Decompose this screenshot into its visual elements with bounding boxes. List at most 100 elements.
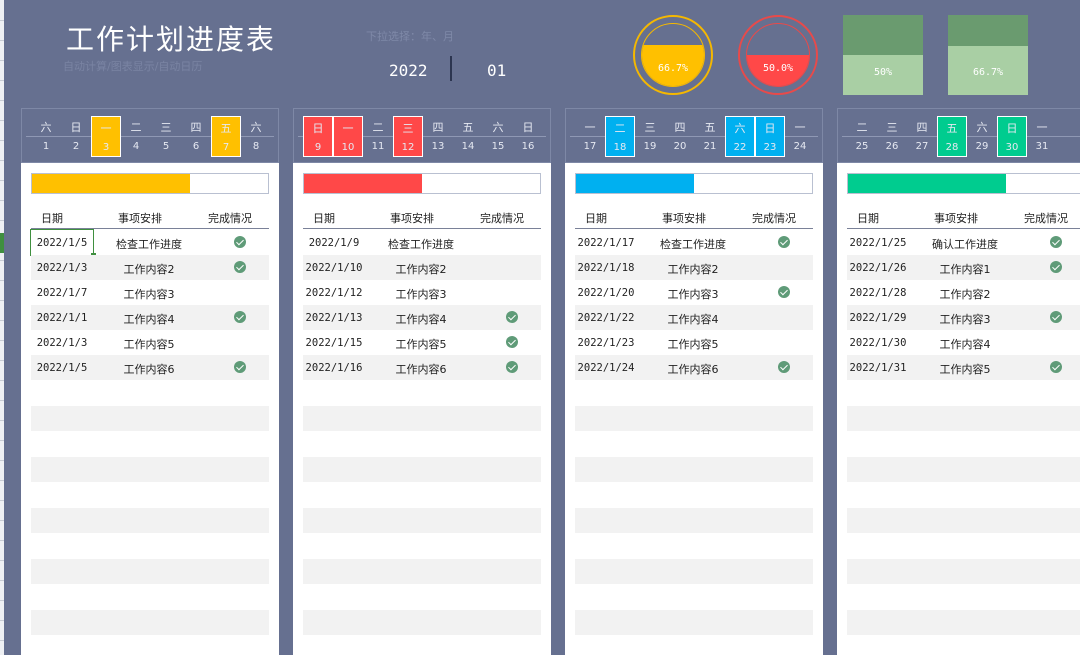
cell-date[interactable]: 2022/1/17 [575,237,637,249]
cell-item[interactable]: 工作内容5 [647,336,739,352]
empty-row[interactable] [303,610,541,635]
cell-date[interactable]: 2022/1/31 [847,362,909,374]
calendar-date: 22 [733,142,747,153]
table-row[interactable]: 2022/1/5 检查工作进度 [30,229,269,258]
cell-item[interactable]: 工作内容6 [375,361,467,377]
cell-date[interactable]: 2022/1/23 [575,337,637,349]
table-row[interactable]: 2022/1/10 工作内容2 [303,255,541,280]
empty-row[interactable] [31,457,269,482]
cell-date[interactable]: 2022/1/9 [303,237,365,249]
table-row[interactable]: 2022/1/28 工作内容2 [847,280,1080,305]
cell-date[interactable]: 2022/1/15 [303,337,365,349]
cell-date[interactable]: 2022/1/1 [31,312,93,324]
calendar-date: 18 [613,142,627,153]
cell-item[interactable]: 工作内容5 [919,361,1011,377]
cell-date[interactable]: 2022/1/5 [31,362,93,374]
table-row[interactable]: 2022/1/3 工作内容2 [31,255,269,280]
empty-row[interactable] [575,406,813,431]
cell-date[interactable]: 2022/1/7 [31,287,93,299]
cell-item[interactable]: 检查工作进度 [375,236,467,252]
table-row[interactable]: 2022/1/1 工作内容4 [31,305,269,330]
table-row[interactable]: 2022/1/7 工作内容3 [31,280,269,305]
empty-row[interactable] [847,457,1080,482]
empty-row[interactable] [303,559,541,584]
cell-date[interactable]: 2022/1/29 [847,312,909,324]
calendar-date: 15 [491,141,505,152]
empty-row[interactable] [847,508,1080,533]
table-row[interactable]: 2022/1/30 工作内容4 [847,330,1080,355]
empty-row[interactable] [575,508,813,533]
table-row[interactable]: 2022/1/16 工作内容6 [303,355,541,380]
empty-row[interactable] [847,559,1080,584]
cell-item[interactable]: 确认工作进度 [919,236,1011,252]
cell-date[interactable]: 2022/1/3 [31,337,93,349]
empty-row[interactable] [847,406,1080,431]
cell-item[interactable]: 工作内容4 [103,311,195,327]
cell-item[interactable]: 工作内容3 [647,286,739,302]
cell-item[interactable]: 工作内容5 [103,336,195,352]
cell-item[interactable]: 工作内容2 [375,261,467,277]
table-row[interactable]: 2022/1/15 工作内容5 [303,330,541,355]
table-row[interactable]: 2022/1/26 工作内容1 [847,255,1080,280]
table-row[interactable]: 2022/1/20 工作内容3 [575,280,813,305]
cell-item[interactable]: 工作内容3 [919,311,1011,327]
cell-item[interactable]: 工作内容3 [375,286,467,302]
empty-row[interactable] [303,457,541,482]
cell-item[interactable]: 工作内容6 [647,361,739,377]
table-row[interactable]: 2022/1/13 工作内容4 [303,305,541,330]
cell-item[interactable]: 工作内容4 [375,311,467,327]
table-row[interactable]: 2022/1/18 工作内容2 [575,255,813,280]
cell-item[interactable]: 工作内容1 [919,261,1011,277]
year-select[interactable]: 2022 [389,61,428,80]
table-row[interactable]: 2022/1/9 检查工作进度 [303,230,541,255]
cell-date[interactable]: 2022/1/18 [575,262,637,274]
cell-date[interactable]: 2022/1/25 [847,237,909,249]
cell-date[interactable]: 2022/1/12 [303,287,365,299]
cell-item[interactable]: 检查工作进度 [103,236,195,252]
table-row[interactable]: 2022/1/22 工作内容4 [575,305,813,330]
table-row[interactable]: 2022/1/12 工作内容3 [303,280,541,305]
table-row[interactable]: 2022/1/3 工作内容5 [31,330,269,355]
cell-date[interactable]: 2022/1/26 [847,262,909,274]
cell-item[interactable]: 工作内容3 [103,286,195,302]
cell-date[interactable]: 2022/1/13 [303,312,365,324]
table-row[interactable]: 2022/1/23 工作内容5 [575,330,813,355]
empty-row[interactable] [303,508,541,533]
cell-date[interactable]: 2022/1/5 [30,229,96,258]
empty-row[interactable] [31,406,269,431]
table-row[interactable]: 2022/1/29 工作内容3 [847,305,1080,330]
cell-item[interactable]: 工作内容6 [103,361,195,377]
table-row[interactable]: 2022/1/31 工作内容5 [847,355,1080,380]
table-row[interactable]: 2022/1/17 检查工作进度 [575,230,813,255]
empty-row[interactable] [31,610,269,635]
cell-date[interactable]: 2022/1/30 [847,337,909,349]
month-select[interactable]: 01 [487,61,506,80]
cell-item[interactable]: 工作内容4 [647,311,739,327]
table-row[interactable]: 2022/1/24 工作内容6 [575,355,813,380]
table-header: 日期 事项安排 完成情况 [303,205,541,229]
empty-row[interactable] [575,559,813,584]
cell-date[interactable]: 2022/1/3 [31,262,93,274]
cell-item[interactable]: 检查工作进度 [647,236,739,252]
empty-row[interactable] [31,508,269,533]
cell-item[interactable]: 工作内容2 [919,286,1011,302]
cell-item[interactable]: 工作内容5 [375,336,467,352]
cell-date[interactable]: 2022/1/10 [303,262,365,274]
cell-date[interactable]: 2022/1/24 [575,362,637,374]
empty-row[interactable] [31,559,269,584]
calendar-day: 六8 [241,116,271,157]
empty-row[interactable] [575,457,813,482]
cell-item[interactable]: 工作内容4 [919,336,1011,352]
cell-item[interactable]: 工作内容2 [103,261,195,277]
cell-date[interactable]: 2022/1/22 [575,312,637,324]
cell-date[interactable]: 2022/1/28 [847,287,909,299]
empty-row[interactable] [847,610,1080,635]
cell-date[interactable]: 2022/1/16 [303,362,365,374]
dropdown-hint: 下拉选择：年、月 [366,30,454,43]
table-row[interactable]: 2022/1/5 工作内容6 [31,355,269,380]
table-row[interactable]: 2022/1/25 确认工作进度 [847,230,1080,255]
empty-row[interactable] [575,610,813,635]
cell-item[interactable]: 工作内容2 [647,261,739,277]
cell-date[interactable]: 2022/1/20 [575,287,637,299]
empty-row[interactable] [303,406,541,431]
